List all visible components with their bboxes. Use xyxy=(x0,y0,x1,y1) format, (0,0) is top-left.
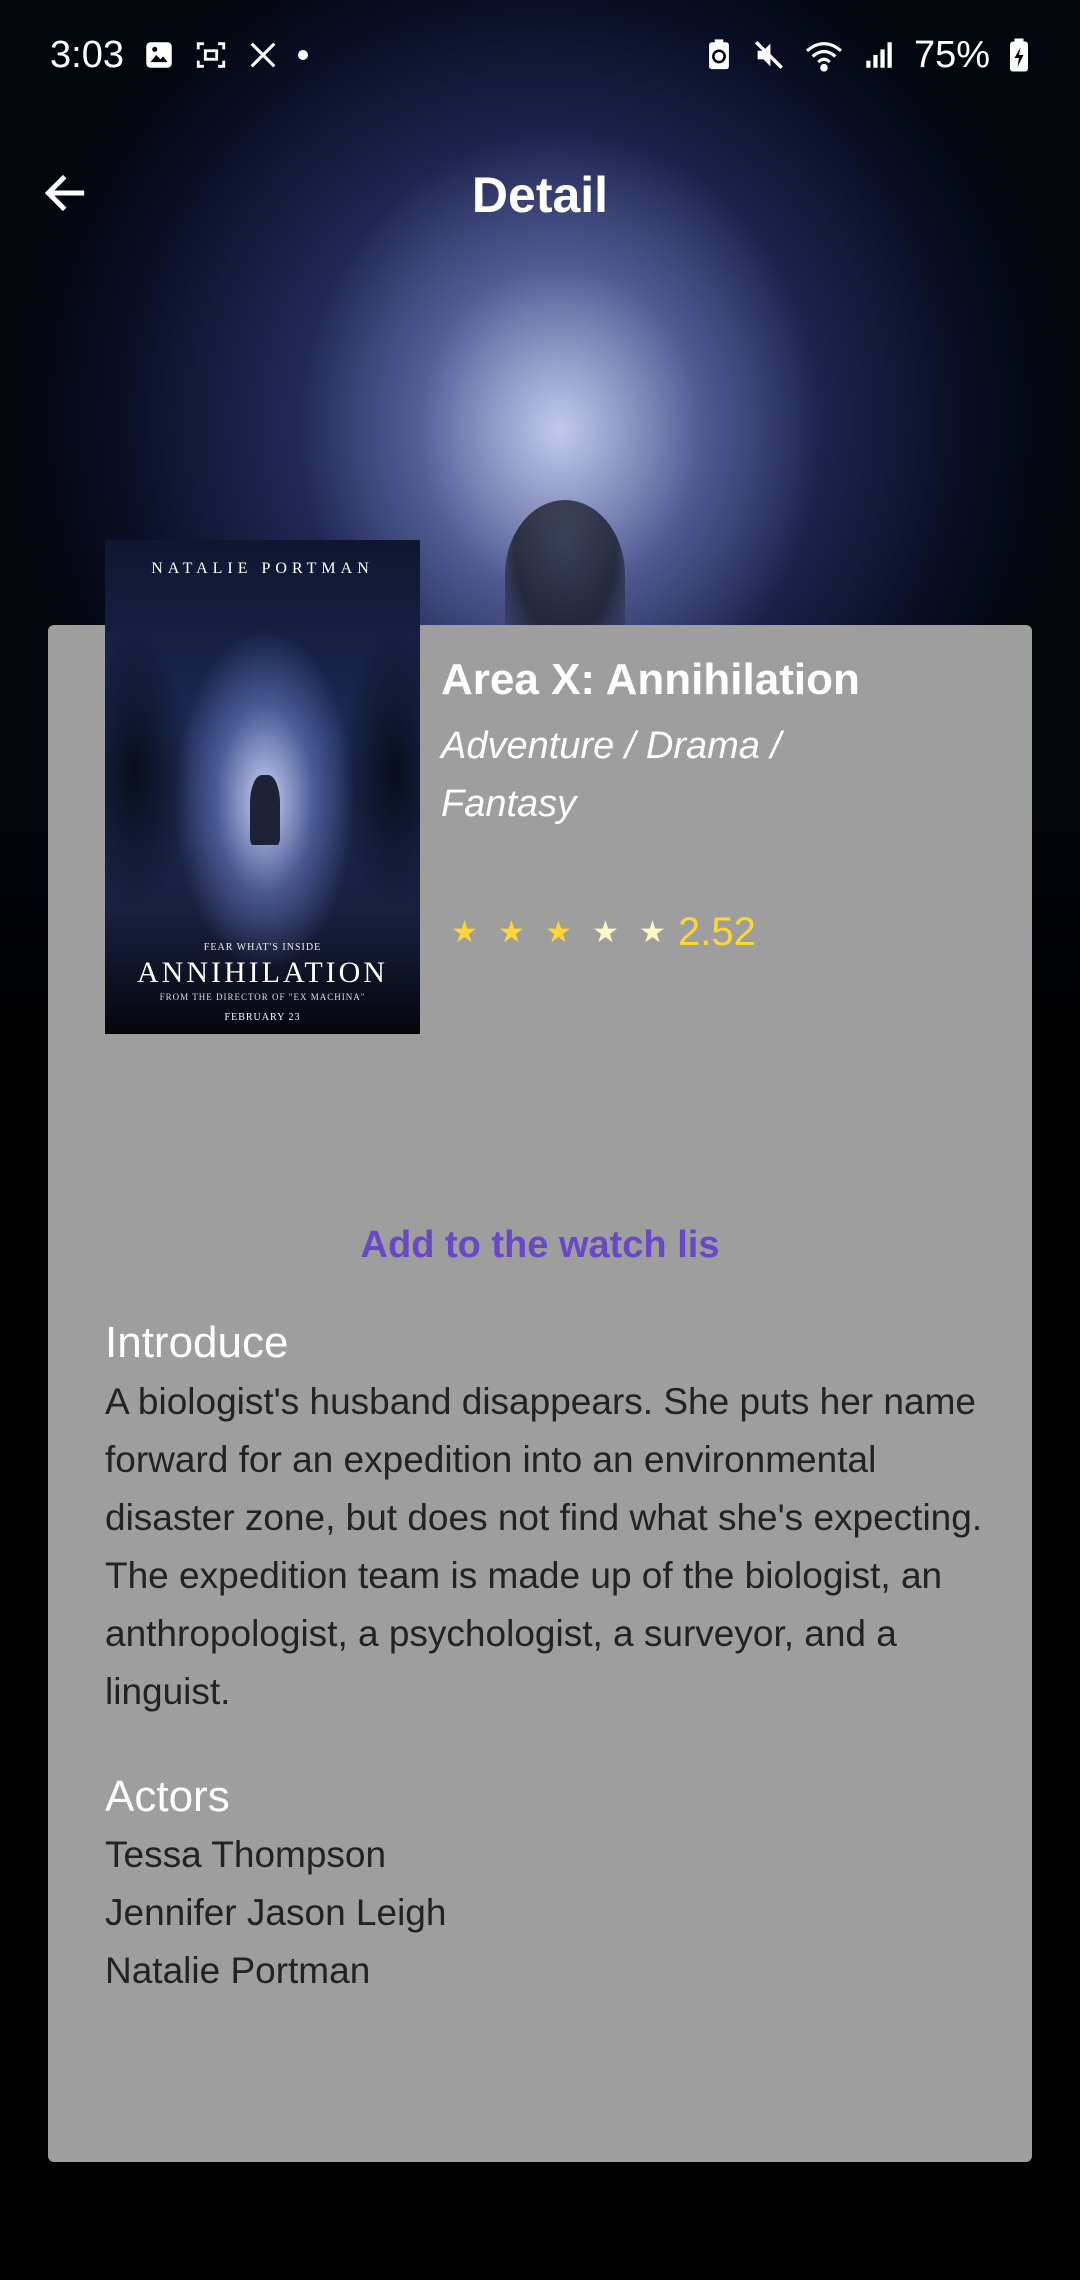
star-icon: ★ xyxy=(639,916,666,949)
star-icon: ★ xyxy=(592,916,619,949)
actor-item: Jennifer Jason Leigh xyxy=(105,1892,447,1933)
dot-icon xyxy=(297,50,308,60)
star-icon: ★ xyxy=(498,916,525,949)
introduce-heading: Introduce xyxy=(105,1318,289,1367)
actors-heading: Actors xyxy=(105,1772,230,1821)
movie-genres: Adventure / Drama / Fantasy xyxy=(441,725,782,825)
signal-icon xyxy=(862,38,896,72)
battery-percent: 75% xyxy=(913,33,990,76)
app-bar: Detail xyxy=(0,140,1080,250)
poster-subtitle: FROM THE DIRECTOR OF "EX MACHINA" xyxy=(159,992,366,1002)
poster-top-text: NATALIE PORTMAN xyxy=(151,560,374,577)
back-button[interactable] xyxy=(30,160,100,230)
movie-poster: NATALIE PORTMAN FEAR WHAT'S INSIDE ANNIH… xyxy=(105,540,420,1034)
introduce-text: A biologist's husband disappears. She pu… xyxy=(105,1381,983,1712)
battery-icon xyxy=(1008,37,1030,73)
poster-art xyxy=(105,620,420,920)
wifi-icon xyxy=(804,38,844,72)
poster-date: FEBRUARY 23 xyxy=(224,1012,301,1023)
poster-tagline: FEAR WHAT'S INSIDE xyxy=(203,942,322,953)
add-to-watch-list-button[interactable]: Add to the watch lis xyxy=(48,1210,1032,1280)
rating-value: 2.52 xyxy=(678,910,756,954)
screenshot-icon xyxy=(194,38,228,72)
star-icon: ★ xyxy=(545,916,572,949)
tools-icon xyxy=(246,38,280,72)
gallery-icon xyxy=(142,38,176,72)
poster-figure xyxy=(250,775,280,845)
status-bar: 3:03 75% xyxy=(0,0,1080,110)
star-icon: ★ xyxy=(451,916,478,949)
rating-bar: ★ ★ ★ ★ ★ 2.52 xyxy=(441,910,756,955)
arrow-left-icon xyxy=(40,168,90,223)
actor-item: Natalie Portman xyxy=(105,1950,371,1991)
page-title: Detail xyxy=(471,167,609,223)
actors-list: Tessa Thompson Jennifer Jason Leigh Nata… xyxy=(105,1826,446,2000)
battery-saver-icon xyxy=(704,38,734,72)
status-time: 3:03 xyxy=(50,33,124,76)
actor-item: Tessa Thompson xyxy=(105,1834,387,1875)
movie-title: Area X: Annihilation xyxy=(441,655,860,704)
poster-title: ANNIHILATION xyxy=(137,956,388,989)
mute-icon xyxy=(752,38,786,72)
